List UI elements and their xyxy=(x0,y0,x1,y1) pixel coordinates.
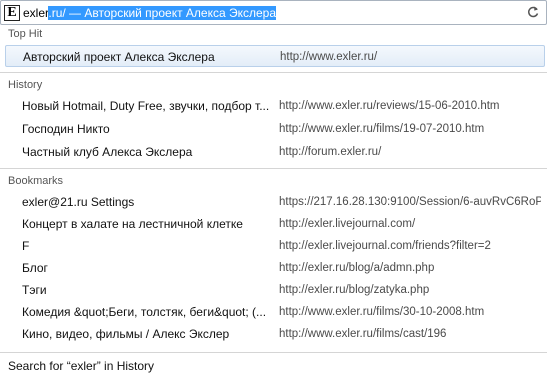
row-url: http://www.exler.ru/films/cast/196 xyxy=(279,328,447,340)
row-url: http://www.exler.ru/films/19-07-2010.htm xyxy=(279,123,485,135)
section-header-top-hit: Top Hit xyxy=(8,28,43,40)
bookmark-row[interactable]: Комедия &quot;Беги, толстяк, беги&quot; … xyxy=(5,301,545,323)
row-url: http://exler.livejournal.com/ xyxy=(279,218,416,230)
row-title: Господин Никто xyxy=(22,123,110,136)
history-row[interactable]: Господин Никто http://www.exler.ru/films… xyxy=(5,118,545,140)
section-header-history: History xyxy=(8,79,43,91)
row-url: http://www.exler.ru/ xyxy=(280,51,378,63)
search-history-footer[interactable]: Search for “exler” in History xyxy=(0,352,547,378)
section-divider xyxy=(0,168,547,169)
row-title: Кино, видео, фильмы / Алекс Экслер xyxy=(22,328,230,341)
bookmark-row[interactable]: Тэги http://exler.ru/blog/zatyka.php xyxy=(5,279,545,301)
row-url: http://exler.ru/blog/a/admn.php xyxy=(279,262,435,274)
bookmark-row[interactable]: F http://exler.livejournal.com/friends?f… xyxy=(5,235,545,257)
url-typed-text: exler xyxy=(23,6,49,20)
row-title: Комедия &quot;Беги, толстяк, беги&quot; … xyxy=(22,306,267,319)
top-hit-row[interactable]: Авторский проект Алекса Экслера http://w… xyxy=(5,45,545,67)
section-divider xyxy=(0,72,547,73)
row-url: http://www.exler.ru/reviews/15-06-2010.h… xyxy=(279,100,500,112)
row-title: Блог xyxy=(22,262,48,275)
row-url: http://exler.livejournal.com/friends?fil… xyxy=(279,240,491,252)
history-row[interactable]: Частный клуб Алекса Экслера http://forum… xyxy=(5,141,545,163)
row-title: Концерт в халате на лестничной клетке xyxy=(22,218,243,231)
bookmark-row[interactable]: Блог http://exler.ru/blog/a/admn.php xyxy=(5,257,545,279)
row-url: https://217.16.28.130:9100/Session/6-auv… xyxy=(279,196,541,208)
bookmark-row[interactable]: exler@21.ru Settings https://217.16.28.1… xyxy=(5,191,545,213)
row-url: http://exler.ru/blog/zatyka.php xyxy=(279,284,430,296)
row-url: http://www.exler.ru/films/30-10-2008.htm xyxy=(279,306,485,318)
reload-icon[interactable] xyxy=(526,5,540,19)
search-history-label: Search for “exler” in History xyxy=(8,359,155,373)
autocomplete-popup: Top Hit Авторский проект Алекса Экслера … xyxy=(0,25,547,378)
row-url: http://forum.exler.ru/ xyxy=(279,146,382,158)
history-row[interactable]: Новый Hotmail, Duty Free, звучки, подбор… xyxy=(5,95,545,117)
section-header-bookmarks: Bookmarks xyxy=(8,175,64,187)
bookmark-row[interactable]: Кино, видео, фильмы / Алекс Экслер http:… xyxy=(5,323,545,345)
bookmark-row[interactable]: Концерт в халате на лестничной клетке ht… xyxy=(5,213,545,235)
address-bar[interactable]: E exler.ru/ — Авторский проект Алекса Эк… xyxy=(0,0,547,25)
row-title: F xyxy=(22,240,30,253)
row-title: Частный клуб Алекса Экслера xyxy=(22,146,193,159)
row-title: Авторский проект Алекса Экслера xyxy=(23,51,215,64)
url-autocomplete-selection: .ru/ — Авторский проект Алекса Экслера xyxy=(48,6,277,20)
row-title: Тэги xyxy=(22,284,47,297)
url-input[interactable]: exler.ru/ — Авторский проект Алекса Эксл… xyxy=(23,6,277,20)
site-favicon: E xyxy=(4,5,20,21)
row-title: exler@21.ru Settings xyxy=(22,196,135,209)
row-title: Новый Hotmail, Duty Free, звучки, подбор… xyxy=(22,100,270,113)
